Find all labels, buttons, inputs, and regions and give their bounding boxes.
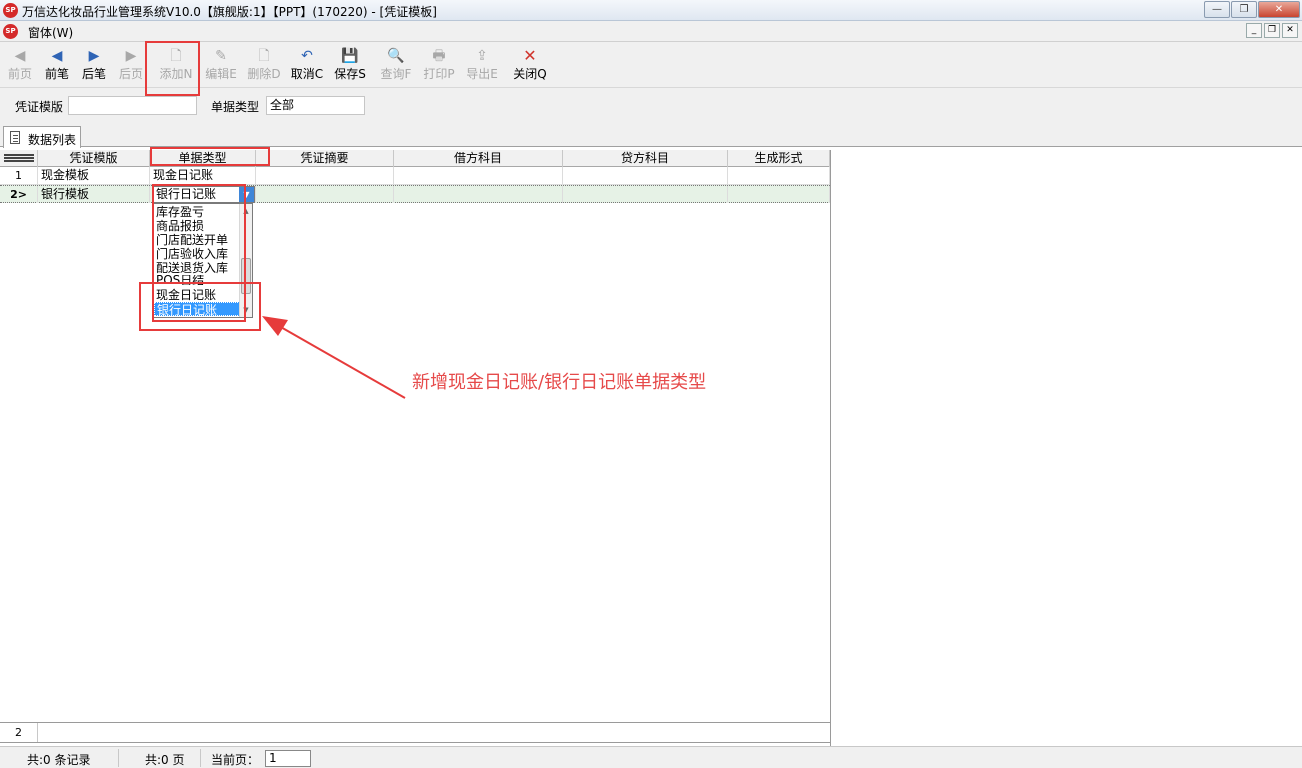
select-all-icon [4,154,34,162]
cell-summary[interactable] [256,186,394,203]
cell-summary[interactable] [256,167,394,184]
double-right-arrow-icon: ▶ [125,48,137,64]
first-page-button[interactable]: ◀ 前页 [6,46,34,86]
cancel-button[interactable]: ↶ 取消C [288,46,326,86]
undo-icon: ↶ [301,48,313,64]
print-button[interactable]: 🖶 打印P [420,46,458,86]
close-button[interactable]: ✕ 关闭Q [511,46,549,86]
mdi-controls: _ ❐ ✕ [1244,23,1298,38]
column-header-template[interactable]: 凭证模版 [38,150,150,167]
restore-button[interactable]: ❐ [1231,1,1257,18]
footer-count: 2 [0,723,38,742]
annotation-box-doc-type-header [150,147,270,166]
close-window-button[interactable]: ✕ [1258,1,1300,18]
window-title: 万信达化妆品行业管理系统V10.0【旗舰版:1】【PPT】(170220) - … [22,5,437,19]
column-header-debit[interactable]: 借方科目 [394,150,563,167]
app-window: SP 万信达化妆品行业管理系统V10.0【旗舰版:1】【PPT】(170220)… [0,0,1302,768]
grid-header: 凭证模版 单据类型 凭证摘要 借方科目 贷方科目 生成形式 [0,150,830,167]
last-page-button[interactable]: ▶ 后页 [117,46,145,86]
left-arrow-icon: ◀ [51,48,63,64]
annotation-box-new-options [139,282,261,331]
save-label: 保存S [334,67,366,81]
data-grid: 凭证模版 单据类型 凭证摘要 借方科目 贷方科目 生成形式 1 现金模板 现金日… [0,150,831,746]
tab-data-list[interactable]: 数据列表 [3,126,81,148]
cell-credit[interactable] [563,167,728,184]
edit-label: 编辑E [205,67,237,81]
delete-label: 删除D [247,67,281,81]
save-button[interactable]: 💾 保存S [331,46,369,86]
cell-debit[interactable] [394,186,563,203]
grid-corner[interactable] [0,150,38,167]
annotation-box-add [145,41,200,96]
column-header-summary[interactable]: 凭证摘要 [256,150,394,167]
magnifier-document-icon: 🔍 [387,48,405,64]
floppy-disk-icon: 💾 [341,48,359,64]
mdi-close-button[interactable]: ✕ [1282,23,1298,38]
column-header-credit[interactable]: 贷方科目 [563,150,728,167]
minimize-button[interactable]: — [1204,1,1230,18]
next-record-label: 后笔 [81,67,106,81]
cell-debit[interactable] [394,167,563,184]
mdi-restore-button[interactable]: ❐ [1264,23,1280,38]
prev-record-button[interactable]: ◀ 前笔 [43,46,71,86]
cell-form[interactable] [728,167,830,184]
export-icon: ⇪ [476,48,488,64]
row-number: 2> [0,186,38,203]
query-button[interactable]: 🔍 查询F [377,46,415,86]
print-label: 打印P [423,67,455,81]
template-filter-input[interactable] [68,96,197,115]
tab-data-list-label: 数据列表 [28,133,77,147]
document-icon [10,131,20,144]
doc-type-filter-input[interactable]: 全部 [266,96,365,115]
window-controls: — ❐ ✕ [1203,1,1300,19]
template-filter-label: 凭证模版 [15,100,64,114]
menu-window[interactable]: 窗体(W) [28,24,73,41]
title-bar: SP 万信达化妆品行业管理系统V10.0【旗舰版:1】【PPT】(170220)… [0,0,1302,21]
double-left-arrow-icon: ◀ [14,48,26,64]
close-label: 关闭Q [513,67,547,81]
delete-document-icon: 🗋 [258,48,270,64]
status-divider [118,749,119,767]
table-row-selected[interactable]: 2> 银行模板 银行日记账 [0,185,830,203]
annotation-text: 新增现金日记账/银行日记账单据类型 [412,372,707,393]
tab-strip: 数据列表 [0,124,1302,148]
cancel-label: 取消C [290,67,324,81]
mdi-minimize-button[interactable]: _ [1246,23,1262,38]
prev-record-label: 前笔 [44,67,69,81]
export-button[interactable]: ⇪ 导出E [463,46,501,86]
status-divider [200,749,201,767]
current-page-input[interactable]: 1 [265,750,311,767]
grid-footer: 2 [0,722,830,743]
cell-template[interactable]: 银行模板 [38,186,150,203]
cell-credit[interactable] [563,186,728,203]
cell-doc-type[interactable]: 现金日记账 [150,167,256,184]
cell-template[interactable]: 现金模板 [38,167,150,184]
delete-button[interactable]: 🗋 删除D [245,46,283,86]
status-bar: 共:0 条记录 共:0 页 当前页： 1 [0,746,1302,768]
first-page-label: 前页 [7,67,32,81]
app-logo-icon: SP [3,3,18,18]
menu-logo-icon: SP [3,24,18,39]
current-page-label: 当前页： [211,753,260,767]
query-label: 查询F [380,67,412,81]
page-count: 共:0 页 [145,753,185,767]
next-record-button[interactable]: ▶ 后笔 [80,46,108,86]
column-header-form[interactable]: 生成形式 [728,150,830,167]
cell-form[interactable] [728,186,830,203]
menu-bar: SP 窗体(W) _ ❐ ✕ [0,21,1302,42]
printer-icon: 🖶 [432,48,446,64]
edit-document-icon: ✎ [215,48,227,64]
record-count: 共:0 条记录 [27,753,91,767]
edit-button[interactable]: ✎ 编辑E [202,46,240,86]
row-number: 1 [0,167,38,184]
doc-type-filter-label: 单据类型 [211,100,260,114]
last-page-label: 后页 [118,67,143,81]
right-arrow-icon: ▶ [88,48,100,64]
table-row[interactable]: 1 现金模板 现金日记账 [0,167,830,185]
export-label: 导出E [466,67,498,81]
red-x-icon: ✕ [523,46,537,65]
